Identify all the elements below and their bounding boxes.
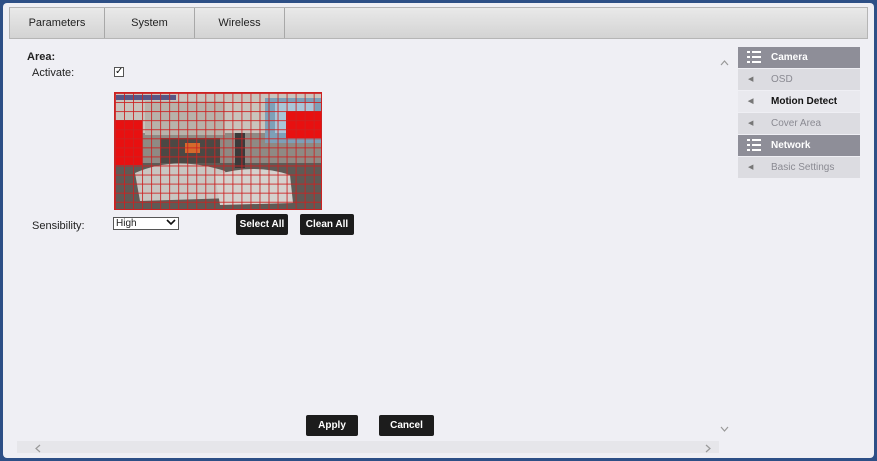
caret-left-icon: ◀ xyxy=(748,76,754,83)
sensibility-label: Sensibility: xyxy=(32,220,85,232)
sensibility-select[interactable]: High xyxy=(113,217,179,230)
menu-item-motion-detect[interactable]: ◀ Motion Detect xyxy=(738,91,860,112)
activate-checkbox[interactable]: ✓ xyxy=(114,67,124,77)
menu-header-network-label: Network xyxy=(771,140,811,151)
scroll-left-icon[interactable] xyxy=(35,444,41,456)
chevron-down-icon xyxy=(166,217,176,230)
side-menu: Camera ◀ OSD ◀ Motion Detect ◀ Cover Are… xyxy=(738,47,860,179)
tab-wireless[interactable]: Wireless xyxy=(195,8,285,38)
cancel-button[interactable]: Cancel xyxy=(379,415,434,436)
menu-item-basic-settings[interactable]: ◀ Basic Settings xyxy=(738,157,860,178)
motion-detect-panel: Area: Activate: ✓ Sensibility: High Sele… xyxy=(17,43,729,441)
top-tab-bar: Parameters System Wireless xyxy=(9,7,868,39)
vertical-scrollbar[interactable] xyxy=(716,46,732,439)
horizontal-scrollbar[interactable] xyxy=(17,441,719,453)
detection-grid[interactable] xyxy=(115,93,321,209)
motion-detection-area-image[interactable] xyxy=(114,92,322,210)
menu-item-label: Basic Settings xyxy=(771,162,835,173)
list-icon xyxy=(747,139,761,151)
activate-label: Activate: xyxy=(32,67,75,79)
menu-item-label: OSD xyxy=(771,74,793,85)
scroll-down-icon[interactable] xyxy=(720,424,729,435)
menu-header-camera-label: Camera xyxy=(771,52,808,63)
tab-parameters[interactable]: Parameters xyxy=(10,8,105,38)
tab-system[interactable]: System xyxy=(105,8,195,38)
scroll-right-icon[interactable] xyxy=(705,444,711,456)
clean-all-button[interactable]: Clean All xyxy=(300,214,354,235)
area-title: Area: xyxy=(27,51,56,63)
scroll-up-icon[interactable] xyxy=(720,58,729,69)
caret-left-icon: ◀ xyxy=(748,120,754,127)
caret-left-icon: ◀ xyxy=(748,164,754,171)
list-icon xyxy=(747,51,761,63)
menu-item-label: Cover Area xyxy=(771,118,822,129)
sensibility-value: High xyxy=(116,218,137,229)
apply-button[interactable]: Apply xyxy=(306,415,358,436)
menu-item-label: Motion Detect xyxy=(771,96,838,107)
menu-item-cover-area[interactable]: ◀ Cover Area xyxy=(738,113,860,134)
menu-header-camera[interactable]: Camera xyxy=(738,47,860,68)
caret-left-icon: ◀ xyxy=(748,98,754,105)
menu-header-network[interactable]: Network xyxy=(738,135,860,156)
app-window: Parameters System Wireless Area: Activat… xyxy=(3,3,874,458)
menu-item-osd[interactable]: ◀ OSD xyxy=(738,69,860,90)
select-all-button[interactable]: Select All xyxy=(236,214,288,235)
